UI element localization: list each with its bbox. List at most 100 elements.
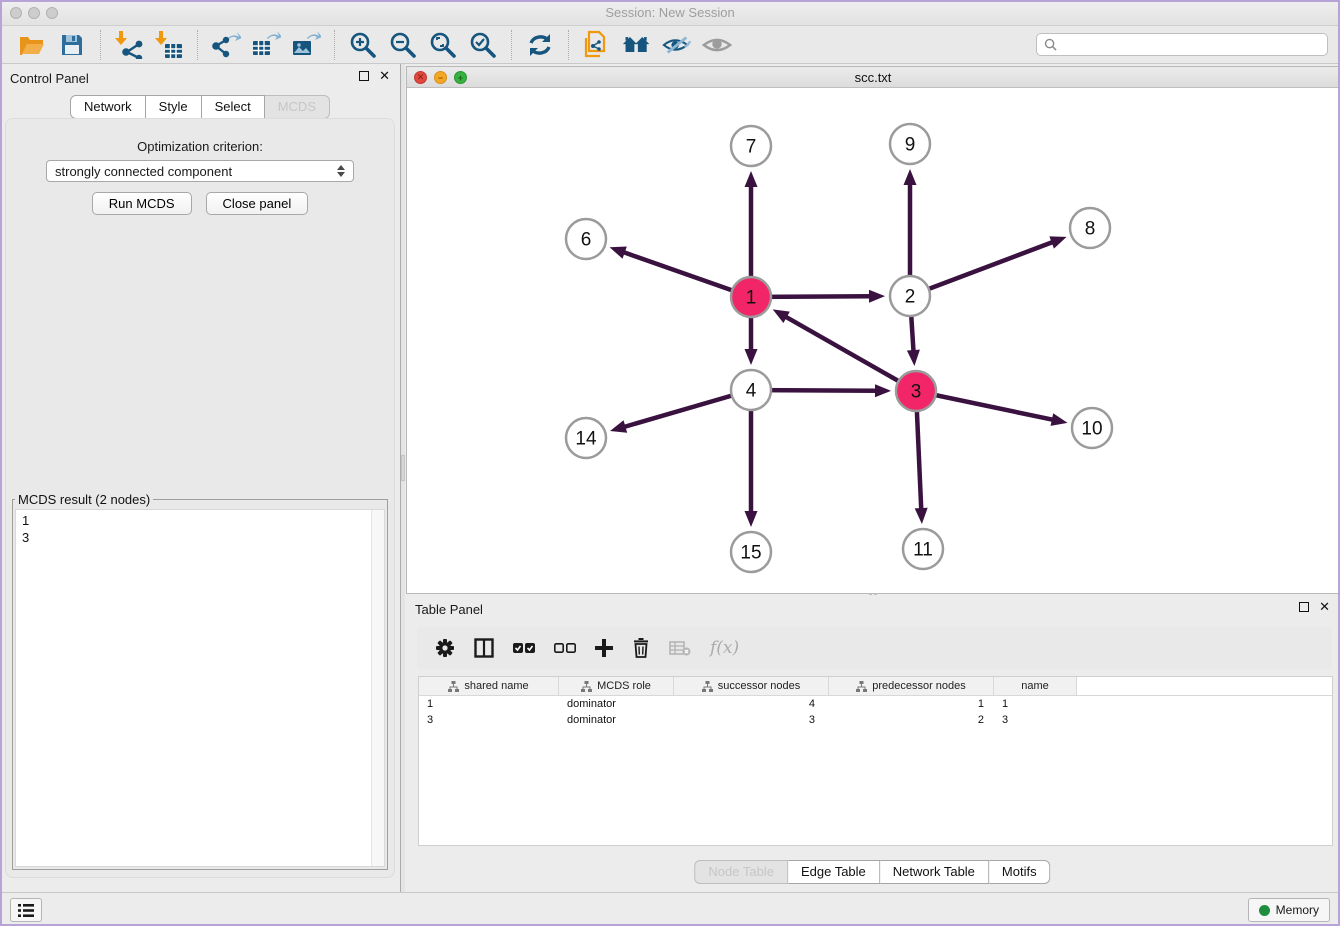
tab-select[interactable]: Select [202,95,265,119]
table-cell: dominator [559,698,674,710]
toolbar-separator [511,30,512,60]
tab-style[interactable]: Style [146,95,202,119]
import-table-icon[interactable] [154,30,184,60]
export-image-icon[interactable] [291,30,321,60]
graph-node-label: 4 [746,381,757,402]
graph-arrowhead [869,290,885,303]
search-input[interactable] [1062,38,1320,52]
column-header-name[interactable]: name [994,677,1077,695]
tab-mcds[interactable]: MCDS [265,95,330,119]
result-scrollbar[interactable] [371,510,384,866]
close-panel-button[interactable]: Close panel [206,192,309,215]
network-window-title: scc.txt [407,70,1339,85]
graph-arrowhead [904,169,917,185]
flat-hierarchy-icon [448,681,459,692]
flat-hierarchy-icon [702,681,713,692]
task-history-button[interactable] [10,898,42,922]
float-table-panel-icon[interactable] [1299,602,1309,612]
toolbar-separator [334,30,335,60]
tab-node-table[interactable]: Node Table [694,860,788,884]
memory-status-icon [1259,905,1270,916]
app-title: Session: New Session [0,5,1340,20]
table-cell: 1 [419,698,559,710]
graph-node-label: 10 [1081,419,1102,440]
table-row[interactable]: 3dominator323 [419,712,1332,728]
table-body: 1dominator4113dominator323 [419,696,1332,728]
status-bar: Memory [0,892,1340,926]
graph-node-label: 11 [913,540,933,561]
network-canvas[interactable]: 7968124314101511 [407,88,1339,593]
show-columns-icon[interactable] [474,638,494,658]
table-panel: Table Panel ✕ [405,595,1340,892]
table-header-row: shared name MCDS role successor nodes pr… [419,677,1332,696]
duplicate-network-icon[interactable] [582,30,612,60]
table-header-filler [1077,677,1332,695]
table-cell: 4 [674,698,829,710]
search-icon [1044,38,1057,51]
table-cell: 3 [994,714,1077,726]
mcds-panel-body: Optimization criterion: strongly connect… [5,118,395,878]
workspace: ✕ − + scc.txt 7968124314101511 Table Pan… [405,64,1340,892]
graph-arrowhead [1049,236,1066,248]
refresh-network-view-icon[interactable] [525,30,555,60]
save-session-icon[interactable] [57,30,87,60]
zoom-fit-icon[interactable] [428,30,458,60]
show-hide-graphics-icon[interactable] [662,30,692,60]
close-panel-icon[interactable]: ✕ [379,70,390,82]
network-view-window: ✕ − + scc.txt 7968124314101511 [406,66,1340,594]
main-toolbar [0,26,1340,64]
first-neighbors-icon[interactable] [622,30,652,60]
mcds-result-title: MCDS result (2 nodes) [15,492,153,507]
graph-edge-3-1[interactable] [785,316,916,391]
gear-icon[interactable] [435,638,455,658]
control-panel: Control Panel ✕ Network Style Select MCD… [0,64,400,892]
run-mcds-button[interactable]: Run MCDS [92,192,192,215]
select-all-icon[interactable] [513,642,535,654]
float-panel-icon[interactable] [359,71,369,81]
column-header-shared-name[interactable]: shared name [419,677,559,695]
delete-row-icon[interactable] [632,638,650,658]
tab-network-table[interactable]: Network Table [880,860,989,884]
import-network-icon[interactable] [114,30,144,60]
network-graph[interactable]: 7968124314101511 [407,88,1338,593]
delete-table-icon [669,640,691,656]
tab-motifs[interactable]: Motifs [989,860,1051,884]
table-cell: 3 [419,714,559,726]
export-network-icon[interactable] [211,30,241,60]
zoom-out-icon[interactable] [388,30,418,60]
graph-arrowhead [610,246,627,258]
search-field[interactable] [1036,33,1328,56]
column-header-mcds-role[interactable]: MCDS role [559,677,674,695]
graph-node-label: 3 [911,382,922,403]
network-window-titlebar: ✕ − + scc.txt [407,67,1339,88]
mcds-result-area[interactable]: 1 3 [15,509,385,867]
tab-network[interactable]: Network [70,95,146,119]
zoom-selected-icon[interactable] [468,30,498,60]
function-builder-icon: f(x) [710,638,739,658]
column-header-successor-nodes[interactable]: successor nodes [674,677,829,695]
add-row-icon[interactable] [595,639,613,657]
graph-arrowhead [875,384,891,397]
select-stepper-icon [337,165,345,177]
graph-edge-2-8[interactable] [910,242,1054,296]
close-table-panel-icon[interactable]: ✕ [1319,601,1330,613]
control-panel-title: Control Panel [10,71,89,86]
control-panel-tabs: Network Style Select MCDS [0,95,400,119]
eye-icon[interactable] [702,30,732,60]
table-row[interactable]: 1dominator411 [419,696,1332,712]
control-panel-header: Control Panel ✕ [0,64,400,92]
zoom-in-icon[interactable] [348,30,378,60]
column-header-predecessor-nodes[interactable]: predecessor nodes [829,677,994,695]
optimization-criterion-label: Optimization criterion: [6,139,394,154]
graph-node-label: 7 [746,137,757,158]
graph-arrowhead [907,350,920,366]
mcds-result-group: MCDS result (2 nodes) 1 3 [12,492,388,870]
export-table-icon[interactable] [251,30,281,60]
tab-edge-table[interactable]: Edge Table [788,860,880,884]
memory-button[interactable]: Memory [1248,898,1330,922]
list-icon [18,904,34,917]
unselect-all-icon[interactable] [554,642,576,654]
open-file-icon[interactable] [17,30,47,60]
criterion-select[interactable]: strongly connected component [46,160,354,182]
graph-arrowhead [745,511,758,527]
